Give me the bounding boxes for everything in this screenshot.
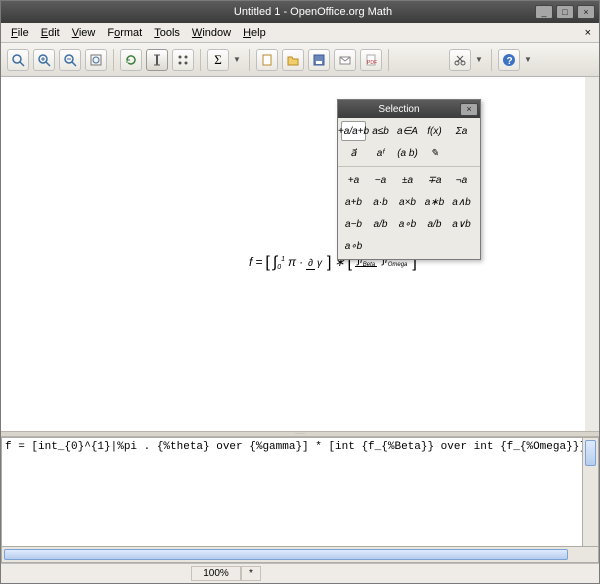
selection-item-6[interactable]: a·b bbox=[368, 192, 393, 212]
menu-format[interactable]: Format bbox=[101, 25, 148, 41]
catalog-dropdown[interactable]: ▼ bbox=[233, 55, 243, 64]
formula-cursor-button[interactable] bbox=[146, 49, 168, 71]
open-button[interactable] bbox=[282, 49, 304, 71]
selection-item-5[interactable]: a+b bbox=[341, 192, 366, 212]
help-button[interactable]: ? bbox=[498, 49, 520, 71]
selection-item-13[interactable]: a/b bbox=[422, 214, 447, 234]
selection-category-formats[interactable]: ✎ bbox=[422, 143, 447, 163]
zoom-in-button[interactable] bbox=[33, 49, 55, 71]
formula-editor[interactable] bbox=[1, 437, 583, 547]
maximize-button[interactable]: □ bbox=[556, 5, 574, 19]
selection-item-1[interactable]: −a bbox=[368, 170, 393, 190]
export-pdf-button[interactable]: PDF bbox=[360, 49, 382, 71]
toolbar: Σ ▼ PDF ▼ ? ▼ bbox=[1, 43, 599, 77]
selection-category-grid: +a/a+ba≤ba∈Af(x)Σa a⃗aᶠ(a b)✎ bbox=[338, 118, 480, 167]
editor-vscrollbar[interactable] bbox=[583, 437, 599, 547]
svg-text:PDF: PDF bbox=[367, 60, 377, 66]
editor-area bbox=[1, 437, 599, 547]
new-button[interactable] bbox=[256, 49, 278, 71]
modified-indicator: * bbox=[241, 566, 261, 581]
selection-item-3[interactable]: ∓a bbox=[422, 170, 447, 190]
selection-item-12[interactable]: a∘b bbox=[395, 214, 420, 234]
menu-tools[interactable]: Tools bbox=[148, 25, 186, 41]
selection-category-set-ops[interactable]: a∈A bbox=[395, 121, 420, 141]
selection-item-10[interactable]: a−b bbox=[341, 214, 366, 234]
selection-panel-titlebar[interactable]: Selection × bbox=[338, 100, 480, 118]
selection-item-0[interactable]: +a bbox=[341, 170, 366, 190]
symbols-button[interactable] bbox=[172, 49, 194, 71]
menu-window[interactable]: Window bbox=[186, 25, 237, 41]
help-dropdown[interactable]: ▼ bbox=[524, 55, 534, 64]
selection-item-2[interactable]: ±a bbox=[395, 170, 420, 190]
preview-canvas: f = [ ∫01 π · ∂γ ] ∗ [ ∫fBeta ∫fOmega ] … bbox=[1, 77, 599, 431]
save-button[interactable] bbox=[308, 49, 330, 71]
menubar: FFileile Edit View Format Tools Window H… bbox=[1, 23, 599, 43]
zoom-100-button[interactable] bbox=[7, 49, 29, 71]
menu-file[interactable]: FFileile bbox=[5, 25, 35, 41]
cut-button[interactable] bbox=[449, 49, 471, 71]
window-title: Untitled 1 - OpenOffice.org Math bbox=[91, 6, 535, 18]
selection-item-9[interactable]: a∧b bbox=[449, 192, 474, 212]
statusbar: 100% * bbox=[1, 563, 599, 583]
selection-item-14[interactable]: a∨b bbox=[449, 214, 474, 234]
selection-panel[interactable]: Selection × +a/a+ba≤ba∈Af(x)Σa a⃗aᶠ(a b)✎… bbox=[337, 99, 481, 260]
selection-category-relations[interactable]: a≤b bbox=[368, 121, 393, 141]
zoom-indicator[interactable]: 100% bbox=[191, 566, 241, 581]
document-close-button[interactable]: × bbox=[581, 27, 595, 39]
selection-category-attributes[interactable]: a⃗ bbox=[341, 143, 366, 163]
app-window: Untitled 1 - OpenOffice.org Math _ □ × F… bbox=[0, 0, 600, 584]
selection-item-8[interactable]: a∗b bbox=[422, 192, 447, 212]
svg-text:?: ? bbox=[507, 56, 513, 67]
selection-item-11[interactable]: a/b bbox=[368, 214, 393, 234]
cut-dropdown[interactable]: ▼ bbox=[475, 55, 485, 64]
minimize-button[interactable]: _ bbox=[535, 5, 553, 19]
selection-category-unary-binary[interactable]: +a/a+b bbox=[341, 121, 366, 141]
catalog-button[interactable]: Σ bbox=[207, 49, 229, 71]
selection-panel-close-button[interactable]: × bbox=[460, 103, 478, 116]
menu-view[interactable]: View bbox=[66, 25, 102, 41]
titlebar: Untitled 1 - OpenOffice.org Math _ □ × bbox=[1, 1, 599, 23]
zoom-all-button[interactable] bbox=[85, 49, 107, 71]
mail-button[interactable] bbox=[334, 49, 356, 71]
selection-items-grid: +a−a±a∓a¬aa+ba·ba×ba∗ba∧ba−ba/ba∘ba/ba∨b… bbox=[338, 167, 480, 259]
menu-help[interactable]: Help bbox=[237, 25, 272, 41]
selection-category-functions[interactable]: f(x) bbox=[422, 121, 447, 141]
close-button[interactable]: × bbox=[577, 5, 595, 19]
selection-category-others[interactable]: aᶠ bbox=[368, 143, 393, 163]
selection-item-4[interactable]: ¬a bbox=[449, 170, 474, 190]
editor-hscrollbar[interactable] bbox=[1, 547, 599, 563]
selection-panel-title: Selection bbox=[338, 104, 460, 115]
refresh-button[interactable] bbox=[120, 49, 142, 71]
selection-item-7[interactable]: a×b bbox=[395, 192, 420, 212]
zoom-out-button[interactable] bbox=[59, 49, 81, 71]
selection-category-brackets[interactable]: (a b) bbox=[395, 143, 420, 163]
menu-edit[interactable]: Edit bbox=[35, 25, 66, 41]
selection-item-15[interactable]: a∘b bbox=[341, 236, 366, 256]
selection-category-operators[interactable]: Σa bbox=[449, 121, 474, 141]
